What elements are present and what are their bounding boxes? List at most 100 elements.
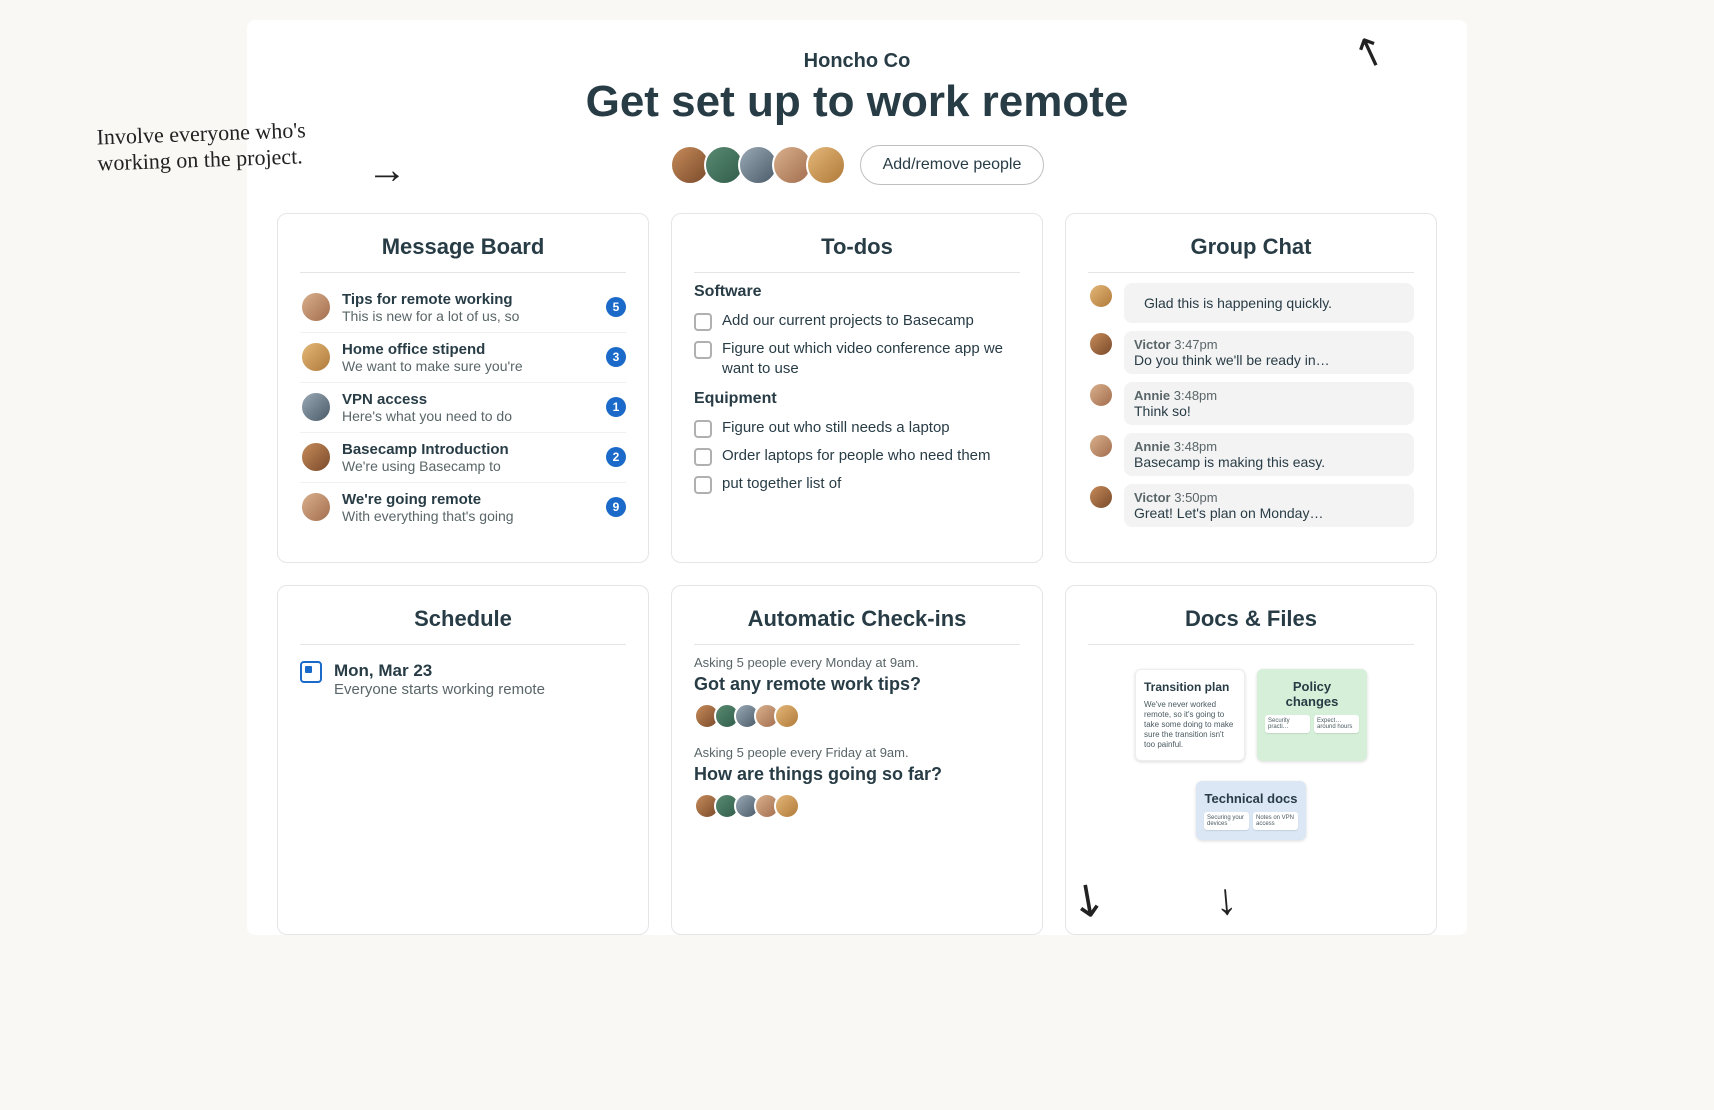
avatar <box>300 441 332 473</box>
avatar <box>1088 433 1114 459</box>
add-remove-people-button[interactable]: Add/remove people <box>860 145 1045 185</box>
message-item[interactable]: VPN access Here's what you need to do 1 <box>300 383 626 433</box>
schedule-date: Mon, Mar 23 <box>334 661 545 681</box>
handwritten-annotation: Involve everyone who's working on the pr… <box>96 115 358 177</box>
doc-item[interactable]: Policy changes Security practi… Expect… … <box>1257 669 1367 761</box>
count-badge: 2 <box>606 447 626 467</box>
todo-text: Figure out who still needs a laptop <box>722 418 950 438</box>
checkin-avatars <box>694 793 1020 819</box>
chat-author: Annie <box>1134 439 1170 454</box>
avatar <box>1088 283 1114 309</box>
chat-author: Annie <box>1134 388 1170 403</box>
project-header: Honcho Co Get set up to work remote Add/… <box>277 50 1437 185</box>
checkbox[interactable] <box>694 341 712 359</box>
message-title: Tips for remote working <box>342 291 596 308</box>
checkbox[interactable] <box>694 313 712 331</box>
todo-text: Order laptops for people who need them <box>722 446 991 466</box>
avatar <box>300 491 332 523</box>
checkbox[interactable] <box>694 476 712 494</box>
card-title: Group Chat <box>1088 234 1414 273</box>
count-badge: 3 <box>606 347 626 367</box>
doc-title: Technical docs <box>1204 791 1298 806</box>
calendar-icon <box>300 661 322 683</box>
card-title: To-dos <box>694 234 1020 273</box>
avatar <box>774 793 800 819</box>
todo-item[interactable]: put together list of <box>694 470 1020 498</box>
chat-time: 3:47pm <box>1174 337 1217 352</box>
card-title: Docs & Files <box>1088 606 1414 645</box>
chat-message[interactable]: Victor 3:47pm Do you think we'll be read… <box>1088 331 1414 374</box>
schedule-desc: Everyone starts working remote <box>334 681 545 698</box>
todo-section-label: Software <box>694 283 1020 301</box>
chat-time: 3:50pm <box>1174 490 1217 505</box>
chat-body: Do you think we'll be ready in… <box>1134 352 1404 368</box>
count-badge: 9 <box>606 497 626 517</box>
avatar <box>300 391 332 423</box>
checkin-question: How are things going so far? <box>694 764 1020 785</box>
docs-files-card[interactable]: Docs & Files Transition plan We've never… <box>1065 585 1437 935</box>
avatar <box>774 703 800 729</box>
doc-body: We've never worked remote, so it's going… <box>1144 700 1236 750</box>
card-title: Message Board <box>300 234 626 273</box>
schedule-item[interactable]: Mon, Mar 23 Everyone starts working remo… <box>300 655 626 698</box>
avatar <box>300 291 332 323</box>
todo-item[interactable]: Figure out which video conference app we… <box>694 335 1020 382</box>
checkbox[interactable] <box>694 448 712 466</box>
message-item[interactable]: Home office stipend We want to make sure… <box>300 333 626 383</box>
message-preview: Here's what you need to do <box>342 408 596 424</box>
doc-mini: Notes on VPN access <box>1253 812 1298 830</box>
avatar <box>806 145 846 185</box>
doc-title: Transition plan <box>1144 680 1236 694</box>
doc-title: Policy changes <box>1265 679 1359 709</box>
company-name: Honcho Co <box>277 50 1437 73</box>
todo-text: Figure out which video conference app we… <box>722 339 1020 378</box>
message-title: We're going remote <box>342 491 596 508</box>
todo-section-label: Equipment <box>694 390 1020 408</box>
checkins-card[interactable]: Automatic Check-ins Asking 5 people ever… <box>671 585 1043 935</box>
checkin-question: Got any remote work tips? <box>694 674 1020 695</box>
checkin-item[interactable]: Asking 5 people every Friday at 9am. How… <box>694 745 1020 819</box>
message-preview: With everything that's going <box>342 508 596 524</box>
message-item[interactable]: Tips for remote working This is new for … <box>300 283 626 333</box>
checkin-schedule: Asking 5 people every Monday at 9am. <box>694 655 1020 670</box>
chat-body: Think so! <box>1134 403 1404 419</box>
doc-mini: Security practi… <box>1265 715 1310 733</box>
chat-author: Victor <box>1134 337 1171 352</box>
doc-item[interactable]: Technical docs Securing your devices Not… <box>1196 781 1306 840</box>
chat-author: Victor <box>1134 490 1171 505</box>
todo-text: put together list of <box>722 474 841 494</box>
checkbox[interactable] <box>694 420 712 438</box>
chat-message[interactable]: Annie 3:48pm Basecamp is making this eas… <box>1088 433 1414 476</box>
message-preview: We're using Basecamp to <box>342 458 596 474</box>
chat-body: Glad this is happening quickly. <box>1134 289 1404 317</box>
checkin-schedule: Asking 5 people every Friday at 9am. <box>694 745 1020 760</box>
message-board-card[interactable]: Message Board Tips for remote working Th… <box>277 213 649 563</box>
message-title: Basecamp Introduction <box>342 441 596 458</box>
checkin-avatars <box>694 703 1020 729</box>
schedule-card[interactable]: Schedule Mon, Mar 23 Everyone starts wor… <box>277 585 649 935</box>
todo-item[interactable]: Order laptops for people who need them <box>694 442 1020 470</box>
chat-message[interactable]: Annie 3:48pm Think so! <box>1088 382 1414 425</box>
people-avatars[interactable] <box>670 145 846 185</box>
todo-text: Add our current projects to Basecamp <box>722 311 974 331</box>
message-preview: We want to make sure you're <box>342 358 596 374</box>
todo-item[interactable]: Figure out who still needs a laptop <box>694 414 1020 442</box>
doc-item[interactable]: Transition plan We've never worked remot… <box>1135 669 1245 761</box>
checkin-item[interactable]: Asking 5 people every Monday at 9am. Got… <box>694 655 1020 729</box>
avatar <box>1088 382 1114 408</box>
todos-card[interactable]: To-dos Software Add our current projects… <box>671 213 1043 563</box>
message-item[interactable]: We're going remote With everything that'… <box>300 483 626 532</box>
todo-item[interactable]: Add our current projects to Basecamp <box>694 307 1020 335</box>
chat-time: 3:48pm <box>1174 388 1217 403</box>
count-badge: 5 <box>606 297 626 317</box>
chat-message[interactable]: Glad this is happening quickly. <box>1088 283 1414 323</box>
chat-time: 3:48pm <box>1174 439 1217 454</box>
doc-mini: Securing your devices <box>1204 812 1249 830</box>
avatar <box>1088 331 1114 357</box>
doc-mini: Expect… around hours <box>1314 715 1359 733</box>
message-title: Home office stipend <box>342 341 596 358</box>
message-item[interactable]: Basecamp Introduction We're using Baseca… <box>300 433 626 483</box>
group-chat-card[interactable]: Group Chat Glad this is happening quickl… <box>1065 213 1437 563</box>
chat-message[interactable]: Victor 3:50pm Great! Let's plan on Monda… <box>1088 484 1414 527</box>
chat-body: Basecamp is making this easy. <box>1134 454 1404 470</box>
